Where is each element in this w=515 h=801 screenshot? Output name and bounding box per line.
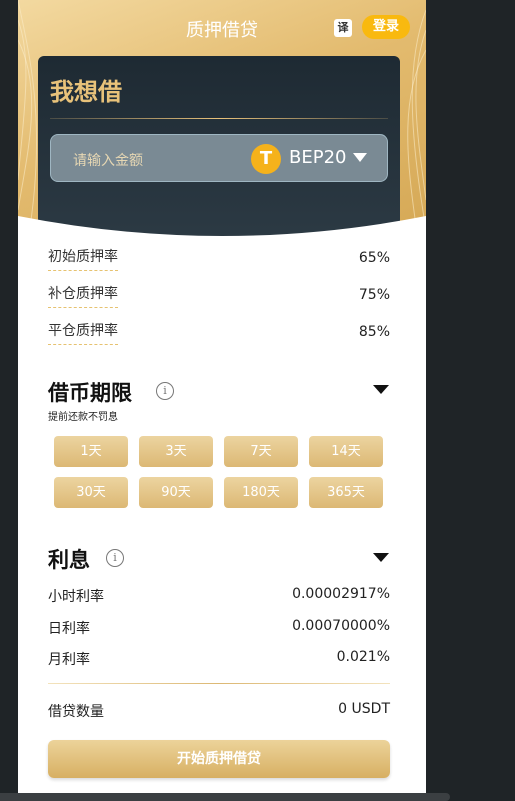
term-option-30d[interactable]: 30天: [54, 477, 128, 508]
tether-icon: T: [251, 144, 281, 174]
rate-label: 初始质押率: [48, 246, 118, 271]
interest-value: 0.00002917%: [292, 586, 390, 602]
caret-down-icon[interactable]: [353, 153, 367, 162]
term-option-14d[interactable]: 14天: [309, 436, 383, 467]
interest-value: 0.021%: [336, 649, 390, 665]
loan-amount-value: 0 USDT: [338, 701, 390, 717]
amount-placeholder: 请输入金额: [73, 153, 143, 169]
term-title: 借币期限: [48, 381, 132, 405]
curved-divider: [18, 216, 426, 246]
borrow-title: 我想借: [50, 78, 122, 106]
rate-label: 平仓质押率: [48, 320, 118, 345]
login-button[interactable]: 登录: [362, 15, 410, 39]
rate-value: 85%: [358, 324, 390, 340]
rate-row-initial: 初始质押率 65%: [48, 246, 390, 276]
rate-value: 65%: [358, 250, 390, 266]
term-note: 提前还款不罚息: [48, 412, 118, 423]
translate-icon[interactable]: 译: [334, 19, 352, 37]
interest-row-monthly: 月利率 0.021%: [48, 649, 390, 671]
caret-down-icon[interactable]: [373, 385, 389, 394]
coin-selector-label[interactable]: BEP20: [289, 147, 346, 168]
term-option-3d[interactable]: 3天: [139, 436, 213, 467]
rate-row-liquidation: 平仓质押率 85%: [48, 320, 390, 350]
rate-label: 补仓质押率: [48, 283, 118, 308]
info-icon[interactable]: i: [156, 382, 174, 400]
interest-label: 小时利率: [48, 589, 104, 605]
info-icon[interactable]: i: [106, 549, 124, 567]
interest-label: 月利率: [48, 652, 90, 668]
interest-value: 0.00070000%: [292, 618, 390, 634]
interest-title: 利息: [48, 548, 90, 572]
rate-value: 75%: [358, 287, 390, 303]
term-option-180d[interactable]: 180天: [224, 477, 298, 508]
start-pledge-loan-button[interactable]: 开始质押借贷: [48, 740, 390, 778]
amount-input[interactable]: 请输入金额 T BEP20: [50, 134, 388, 182]
interest-label: 日利率: [48, 621, 90, 637]
loan-amount-row: 借贷数量 0 USDT: [48, 701, 390, 723]
term-option-365d[interactable]: 365天: [309, 477, 383, 508]
divider: [50, 118, 388, 119]
rate-row-margin-call: 补仓质押率 75%: [48, 283, 390, 313]
app-screen: 质押借贷 译 登录 我想借 请输入金额 T BEP20 初始质押率 65% 补仓…: [18, 0, 426, 793]
horizontal-scrollbar[interactable]: [0, 793, 450, 801]
term-option-90d[interactable]: 90天: [139, 477, 213, 508]
caret-down-icon[interactable]: [373, 553, 389, 562]
term-option-1d[interactable]: 1天: [54, 436, 128, 467]
loan-amount-label: 借贷数量: [48, 704, 104, 720]
divider: [48, 683, 390, 684]
term-option-7d[interactable]: 7天: [224, 436, 298, 467]
interest-row-daily: 日利率 0.00070000%: [48, 618, 390, 640]
interest-row-hourly: 小时利率 0.00002917%: [48, 586, 390, 608]
